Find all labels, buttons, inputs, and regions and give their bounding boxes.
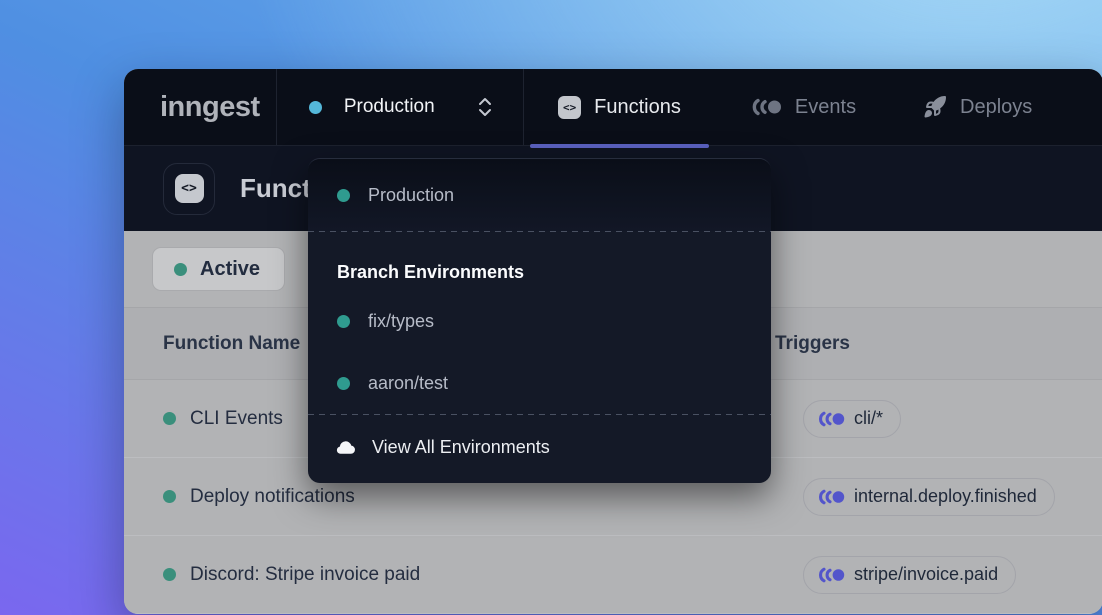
dropdown-item-label: Production — [368, 185, 454, 206]
function-status-dot — [163, 490, 176, 503]
environment-dot — [337, 377, 350, 390]
tab-deploys[interactable]: Deploys — [893, 69, 1102, 145]
column-triggers: Triggers — [775, 333, 1102, 355]
environment-selector-label: Production — [344, 96, 435, 118]
trigger-name: stripe/invoice.paid — [854, 564, 998, 585]
rocket-icon — [923, 95, 947, 119]
cloud-icon — [335, 438, 357, 456]
events-icon — [752, 98, 782, 116]
function-name: Discord: Stripe invoice paid — [190, 564, 420, 586]
chevron-up-down-icon — [477, 97, 493, 117]
status-filter-active[interactable]: Active — [152, 247, 285, 291]
logo-section: inngest — [124, 69, 277, 145]
active-tab-underline — [530, 144, 709, 148]
dropdown-item-branch[interactable]: fix/types — [308, 290, 771, 352]
function-status-dot — [163, 568, 176, 581]
trigger-badge: cli/* — [803, 400, 901, 438]
tab-deploys-label: Deploys — [960, 96, 1032, 119]
dropdown-divider — [308, 231, 771, 232]
event-trigger-icon — [819, 489, 845, 505]
table-row[interactable]: Discord: Stripe invoice paid stripe/invo… — [124, 536, 1102, 614]
function-name: Deploy notifications — [190, 486, 355, 508]
event-trigger-icon — [819, 411, 845, 427]
trigger-name: cli/* — [854, 408, 883, 429]
environment-status-dot — [309, 101, 322, 114]
environment-dropdown: Production Branch Environments fix/types… — [308, 158, 771, 483]
branch-environments-heading: Branch Environments — [337, 262, 771, 290]
dropdown-item-branch[interactable]: aaron/test — [308, 352, 771, 414]
environment-dot — [337, 189, 350, 202]
main-nav: <> Functions Events Deploys — [524, 69, 1102, 145]
tab-functions-label: Functions — [594, 96, 681, 119]
top-navigation-bar: inngest Production <> Functions Events — [124, 69, 1102, 146]
view-all-environments-label: View All Environments — [372, 437, 550, 458]
view-all-environments-item[interactable]: View All Environments — [308, 415, 771, 479]
code-icon: <> — [558, 96, 581, 119]
active-status-dot — [174, 263, 187, 276]
inngest-logo: inngest — [160, 91, 260, 124]
functions-page-icon: <> — [175, 174, 204, 203]
dropdown-item-production[interactable]: Production — [308, 159, 771, 231]
function-status-dot — [163, 412, 176, 425]
tab-functions[interactable]: <> Functions — [524, 69, 715, 145]
trigger-badge: stripe/invoice.paid — [803, 556, 1016, 594]
environment-dot — [337, 315, 350, 328]
tab-events[interactable]: Events — [715, 69, 893, 145]
trigger-name: internal.deploy.finished — [854, 486, 1037, 507]
tab-events-label: Events — [795, 96, 856, 119]
dropdown-item-label: aaron/test — [368, 373, 448, 394]
app-window: inngest Production <> Functions Events — [124, 69, 1102, 614]
event-trigger-icon — [819, 567, 845, 583]
trigger-badge: internal.deploy.finished — [803, 478, 1055, 516]
dropdown-item-label: fix/types — [368, 311, 434, 332]
status-filter-label: Active — [200, 258, 260, 281]
function-name: CLI Events — [190, 408, 283, 430]
environment-selector[interactable]: Production — [277, 69, 524, 145]
page-icon-frame: <> — [163, 163, 215, 215]
